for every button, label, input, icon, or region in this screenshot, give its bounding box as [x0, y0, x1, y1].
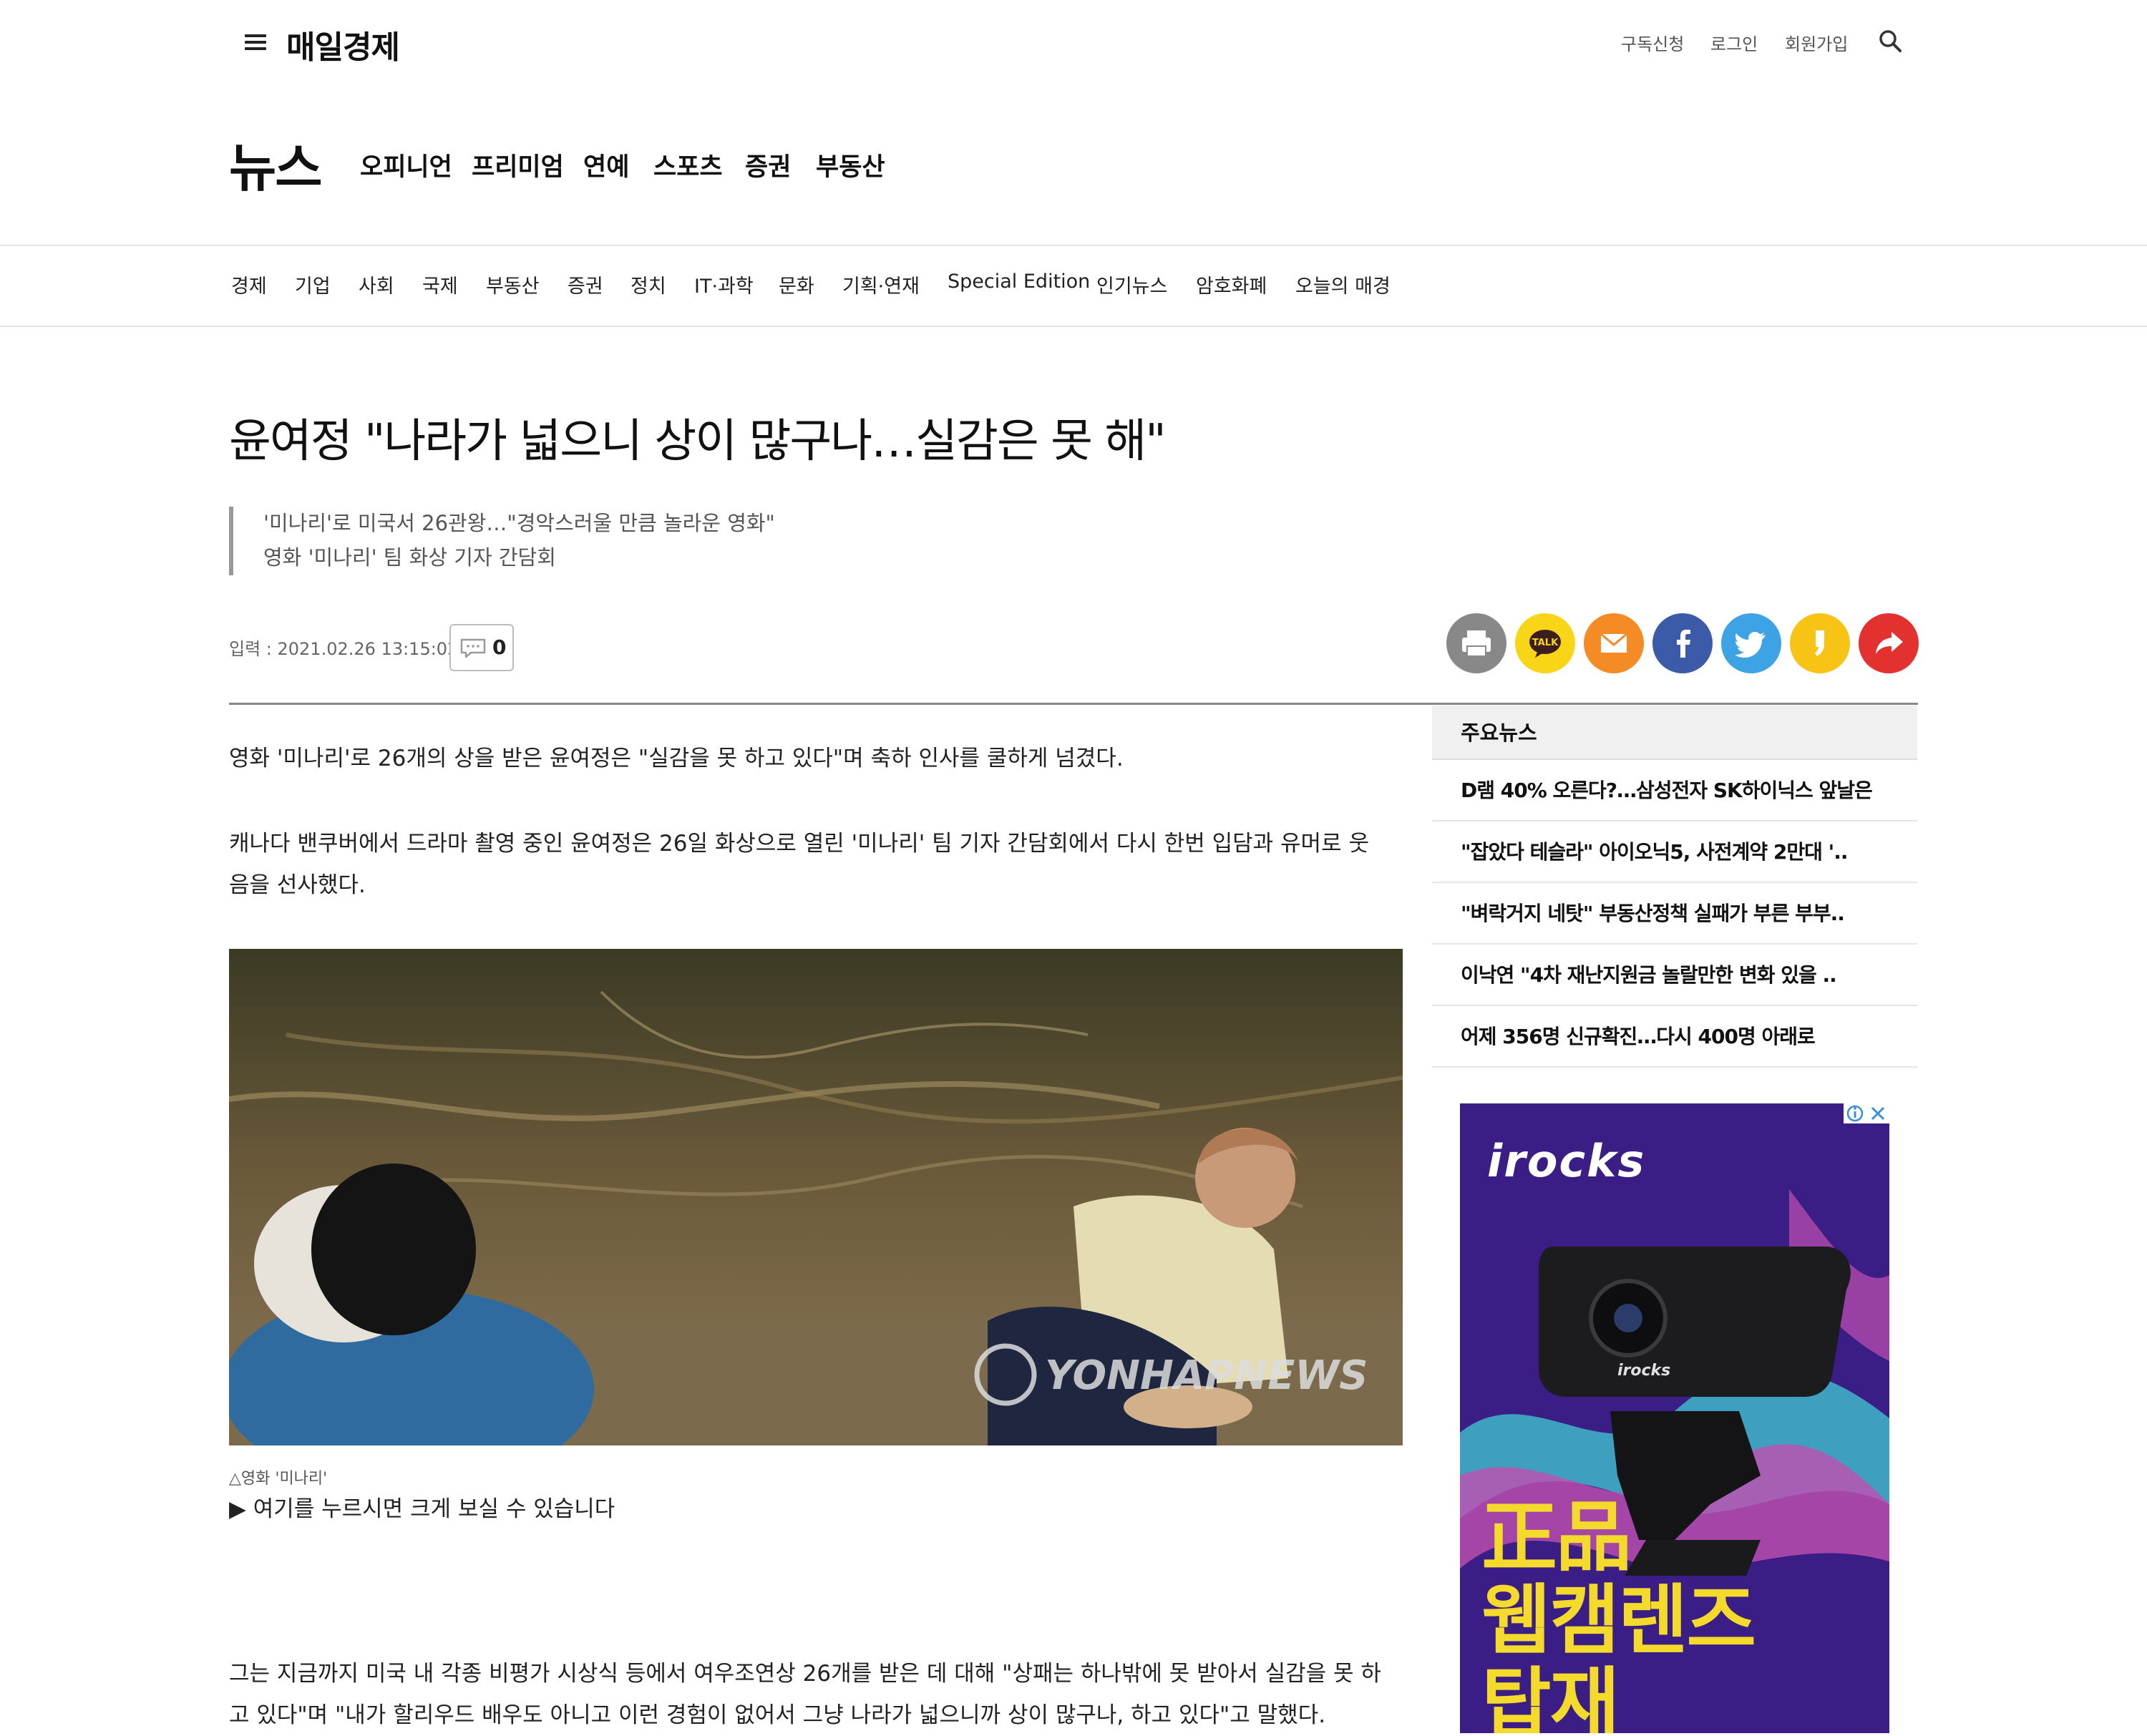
login-link[interactable]: 로그인 — [1710, 30, 1758, 55]
top-news-item[interactable]: 이낙연 "4차 재난지원금 놀랄만한 변화 있을 .. — [1432, 945, 1917, 1006]
category-crypto[interactable]: 암호화폐 — [1196, 270, 1267, 298]
article-paragraph: 영화 '미나리'로 26개의 상을 받은 윤여정은 "실감을 못 하고 있다"며… — [229, 746, 1124, 771]
photo-watermark: YONHAPNEWS — [1045, 1352, 1368, 1399]
email-icon — [1600, 633, 1627, 653]
kakaotalk-icon: TALK — [1529, 630, 1561, 658]
category-special-edition[interactable]: Special Edition — [948, 270, 1090, 293]
nav-premium[interactable]: 프리미엄 — [472, 147, 564, 183]
article-subhead: 영화 '미나리' 팀 화상 기자 간담회 — [263, 545, 556, 570]
nav-stocks[interactable]: 증권 — [745, 147, 791, 183]
facebook-button[interactable] — [1652, 613, 1713, 673]
category-politics[interactable]: 정치 — [631, 270, 666, 298]
kakaostory-icon — [1815, 630, 1824, 656]
article-photo-image: YONHAPNEWS — [229, 949, 1403, 1445]
menu-icon[interactable] — [245, 34, 266, 50]
category-economy[interactable]: 경제 — [231, 270, 267, 298]
comment-button[interactable]: 0 — [449, 624, 514, 671]
category-it-science[interactable]: IT·과학 — [694, 270, 754, 298]
category-stocks[interactable]: 증권 — [568, 270, 603, 298]
ad-product-brand: irocks — [1617, 1362, 1670, 1380]
ad-brand-logo: irocks — [1487, 1135, 1646, 1187]
category-popular[interactable]: 인기뉴스 — [1096, 270, 1167, 298]
top-news-item[interactable]: D램 40% 오른다?…삼성전자 SK하이닉스 앞날은 — [1432, 760, 1917, 821]
email-button[interactable] — [1584, 613, 1644, 673]
category-society[interactable]: 사회 — [359, 270, 394, 298]
subscribe-link[interactable]: 구독신청 — [1621, 30, 1684, 55]
print-icon — [1462, 630, 1491, 657]
section-title[interactable]: 뉴스 — [229, 126, 322, 201]
article-paragraph: 캐나다 밴쿠버에서 드라마 촬영 중인 윤여정은 26일 화상으로 열린 '미나… — [229, 831, 1369, 857]
ad-info-icon[interactable] — [1844, 1103, 1889, 1123]
comment-count: 0 — [492, 635, 507, 659]
print-button[interactable] — [1446, 613, 1506, 673]
photo-caption: △영화 '미나리' — [229, 1470, 328, 1488]
top-news-item[interactable]: "벼락거지 네탓" 부동산정책 실패가 부른 부부.. — [1432, 883, 1917, 945]
ad-headline: 탑재 — [1481, 1659, 1620, 1733]
nav-sports[interactable]: 스포츠 — [653, 147, 723, 183]
article-headline: 윤여정 "나라가 넓으니 상이 많구나…실감은 못 해" — [229, 415, 1167, 468]
top-news-item[interactable]: "잡았다 테슬라" 아이오닉5, 사전계약 2만대 '.. — [1432, 821, 1917, 883]
article-divider — [229, 703, 1918, 705]
category-world[interactable]: 국제 — [422, 270, 458, 298]
category-realestate[interactable]: 부동산 — [486, 270, 540, 298]
category-features[interactable]: 기획·연재 — [842, 270, 920, 298]
share-button[interactable] — [1859, 613, 1919, 673]
enlarge-photo-link[interactable]: ▶ 여기를 누르시면 크게 보실 수 있습니다 — [229, 1491, 615, 1523]
signup-link[interactable]: 회원가입 — [1785, 30, 1848, 55]
kakaotalk-button[interactable]: TALK — [1515, 613, 1575, 673]
facebook-icon — [1677, 630, 1690, 658]
article-timestamp: 입력 : 2021.02.26 13:15:02 — [229, 639, 459, 659]
article-photo[interactable]: YONHAPNEWS — [229, 949, 1403, 1445]
top-news-box: 주요뉴스 D램 40% 오른다?…삼성전자 SK하이닉스 앞날은 "잡았다 테슬… — [1432, 706, 1917, 1068]
article-subhead: '미나리'로 미국서 26관왕…"경악스러울 만큼 놀라운 영화" — [263, 511, 775, 535]
top-news-item[interactable]: 어제 356명 신규확진…다시 400명 아래로 — [1432, 1006, 1917, 1068]
top-news-title: 주요뉴스 — [1432, 706, 1917, 760]
category-today-mk[interactable]: 오늘의 매경 — [1295, 270, 1391, 298]
category-culture[interactable]: 문화 — [779, 270, 814, 298]
subhead-bar — [229, 507, 233, 575]
search-icon[interactable] — [1878, 29, 1902, 53]
twitter-button[interactable] — [1721, 613, 1781, 673]
nav-realestate[interactable]: 부동산 — [816, 147, 885, 183]
category-business[interactable]: 기업 — [295, 270, 331, 298]
site-logo[interactable]: 매일경제 — [286, 21, 400, 67]
advertisement-banner[interactable]: irocks irocks 正品 웹캠렌즈 탑재 — [1460, 1103, 1889, 1733]
twitter-icon — [1735, 632, 1766, 658]
kakaostory-button[interactable] — [1790, 613, 1850, 673]
share-icon — [1876, 632, 1903, 654]
comment-icon — [460, 638, 486, 658]
article-paragraph: 고 있다"며 "내가 할리우드 배우도 아니고 이런 경험이 없어서 그냥 나라… — [229, 1702, 1326, 1728]
nav-entertainment[interactable]: 연예 — [583, 147, 629, 183]
nav-opinion[interactable]: 오피니언 — [360, 147, 452, 183]
nav-divider-bottom — [0, 326, 2147, 327]
article-paragraph: 음을 선사했다. — [229, 872, 366, 898]
nav-divider-top — [0, 245, 2147, 246]
svg-text:TALK: TALK — [1532, 638, 1559, 648]
article-paragraph: 그는 지금까지 미국 내 각종 비평가 시상식 등에서 여우조연상 26개를 받… — [229, 1661, 1381, 1687]
